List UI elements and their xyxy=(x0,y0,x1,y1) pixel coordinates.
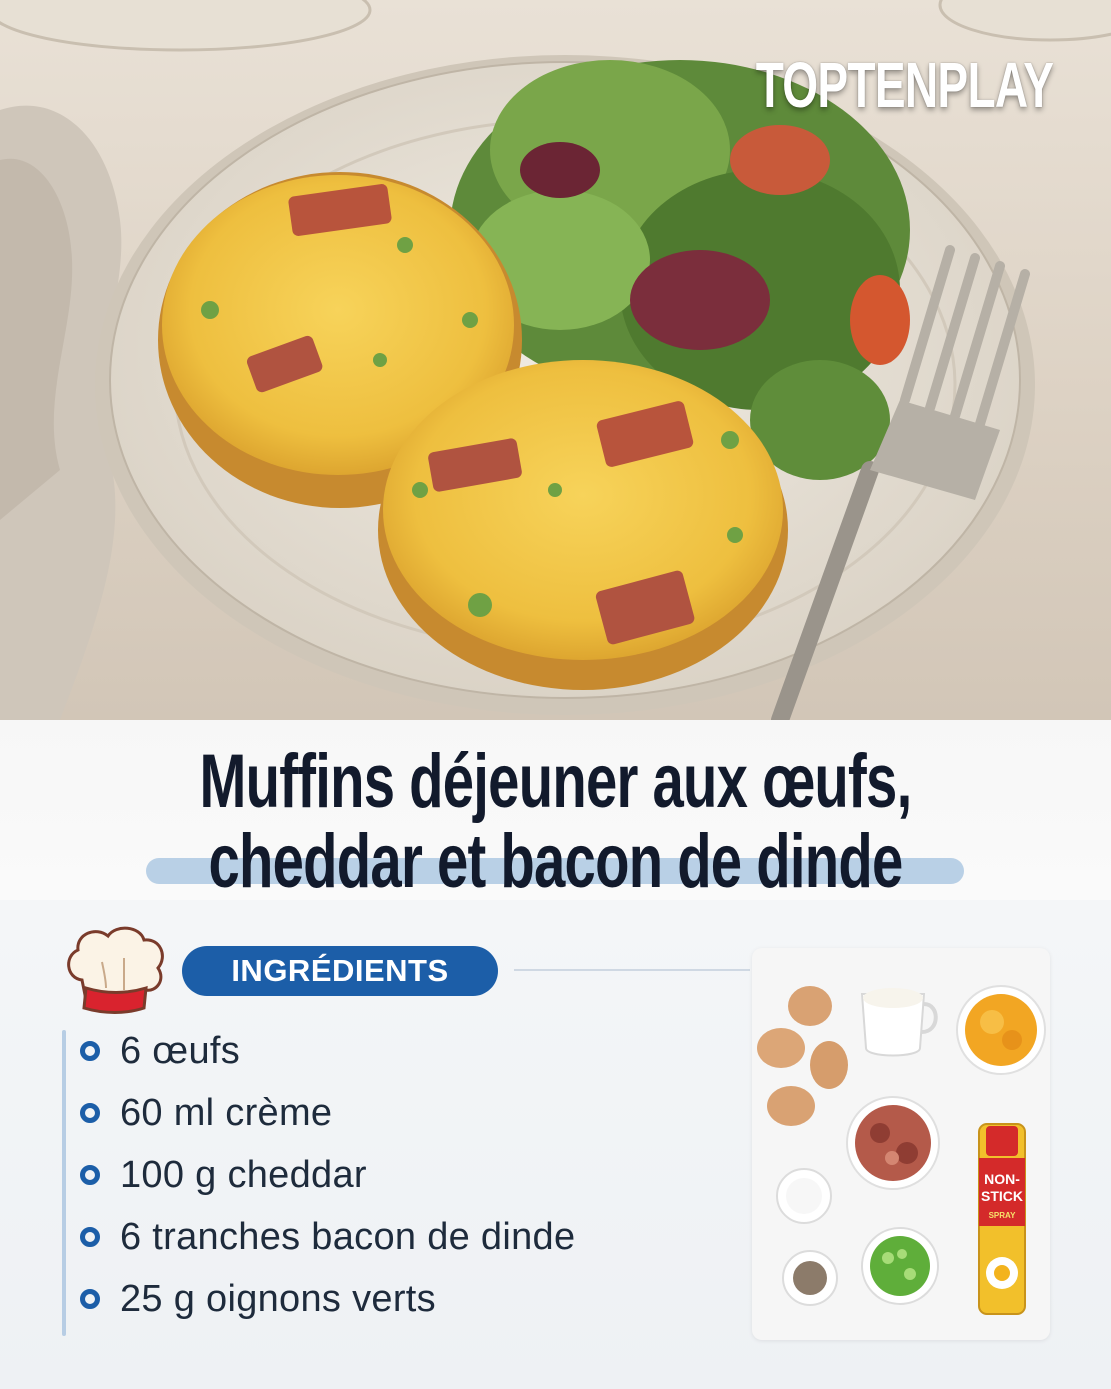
bullet-icon xyxy=(80,1227,100,1247)
ingredient-text: 6 œufs xyxy=(120,1029,241,1072)
list-item: 100 g cheddar xyxy=(80,1144,575,1206)
bullet-icon xyxy=(80,1165,100,1185)
recipe-title-line-1: Muffins déjeuner aux œufs, xyxy=(199,739,913,824)
list-item: 60 ml crème xyxy=(80,1082,575,1144)
bullet-icon xyxy=(80,1041,100,1061)
divider xyxy=(514,969,750,971)
ingredient-text: 25 g oignons verts xyxy=(120,1277,436,1320)
ingredients-illustration: NON- STICK SPRAY xyxy=(757,985,1046,1315)
hero-photo: TOPTENPLAY xyxy=(0,0,1111,720)
ingredient-text: 100 g cheddar xyxy=(120,1153,367,1196)
spray-can-label-2: STICK xyxy=(981,1188,1023,1204)
ingredient-text: 60 ml crème xyxy=(120,1091,333,1134)
list-item: 6 œufs xyxy=(80,1020,575,1082)
spray-can-label-3: SPRAY xyxy=(989,1211,1016,1220)
spray-can-label-1: NON- xyxy=(984,1171,1020,1187)
bullet-icon xyxy=(80,1289,100,1309)
list-accent-bar xyxy=(62,1030,66,1336)
bullet-icon xyxy=(80,1103,100,1123)
list-item: 6 tranches bacon de dinde xyxy=(80,1206,575,1268)
spray-can-icon: NON- STICK SPRAY xyxy=(978,1123,1026,1315)
list-item: 25 g oignons verts xyxy=(80,1268,575,1330)
brand-watermark: TOPTENPLAY xyxy=(755,49,1053,121)
ingredients-photo: NON- STICK SPRAY xyxy=(752,948,1050,1340)
muffin-illustration xyxy=(378,360,788,690)
recipe-title: Muffins déjeuner aux œufs, cheddar et ba… xyxy=(0,742,1111,902)
ingredients-header-badge: INGRÉDIENTS xyxy=(182,946,498,996)
ingredients-list: 6 œufs 60 ml crème 100 g cheddar 6 tranc… xyxy=(80,1020,575,1330)
ingredient-text: 6 tranches bacon de dinde xyxy=(120,1215,576,1258)
chef-hat-icon xyxy=(67,926,164,1014)
recipe-title-line-2: cheddar et bacon de dinde xyxy=(208,819,903,904)
